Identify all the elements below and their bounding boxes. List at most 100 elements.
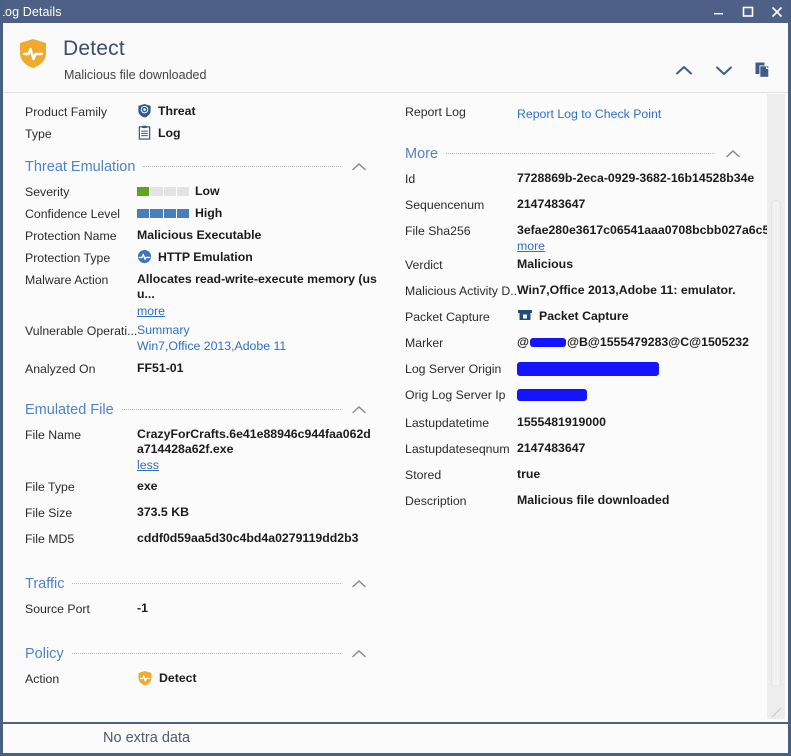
label-protection-name: Protection Name [25, 229, 117, 243]
right-column: Report Log Report Log to Check Point Mor… [395, 94, 780, 722]
chevron-up-icon[interactable] [674, 64, 694, 77]
row-file-md5: File MD5 cddf0d59aa5d30c4bd4a0279119dd2b… [3, 531, 395, 546]
page-title: Detect [63, 37, 125, 60]
row-orig-log-server-ip: Orig Log Server Ip [395, 387, 763, 402]
label-file-sha256: File Sha256 [405, 224, 471, 238]
report-log-link[interactable]: Report Log to Check Point [517, 104, 661, 122]
malware-action-more-link[interactable]: more [137, 304, 165, 319]
row-lastupdatetime: Lastupdatetime 1555481919000 [395, 415, 763, 430]
footer-bar: No extra data [3, 722, 788, 753]
row-malware-action-more: more [3, 304, 395, 319]
row-marker: Marker @ @B@1555479283@C@1505232 [395, 335, 763, 350]
threat-shield-icon [137, 103, 152, 118]
section-divider [121, 408, 341, 410]
label-action: Action [25, 672, 60, 686]
vulnerable-os-detail-link[interactable]: Win7,Office 2013,Adobe 11 [137, 339, 286, 354]
orig-log-server-ip-redaction [517, 389, 587, 401]
value-marker: @ @B@1555479283@C@1505232 [517, 335, 749, 350]
row-file-type: File Type exe [3, 479, 395, 494]
value-file-sha256-more: more [517, 239, 545, 254]
file-sha256-more-link[interactable]: more [517, 239, 545, 254]
row-file-name: File Name CrazyForCrafts.6e41e88946c944f… [3, 427, 395, 457]
row-protection-name: Protection Name Malicious Executable [3, 228, 395, 243]
row-stored: Stored true [395, 467, 763, 482]
resize-grip-icon[interactable] [772, 708, 781, 717]
value-malware-action: Allocates read-write-execute memory (usu… [137, 272, 377, 301]
row-protection-type: Protection Type HTTP Emulation [3, 249, 395, 265]
vulnerable-os-summary-link[interactable]: Summary [137, 323, 190, 338]
label-report-log: Report Log [405, 105, 466, 119]
value-confidence-level: High [137, 206, 222, 221]
row-report-log: Report Log Report Log to Check Point [395, 104, 763, 122]
maximize-button[interactable] [733, 0, 762, 23]
confidence-bar [137, 209, 189, 218]
label-id: Id [405, 172, 416, 186]
row-description: Description Malicious file downloaded [395, 493, 763, 508]
value-action: Detect [137, 671, 197, 686]
collapse-chevron-icon[interactable] [351, 579, 367, 589]
title-bar: Log Details [0, 0, 788, 23]
value-source-port: -1 [137, 601, 148, 615]
section-title-more: More [405, 146, 439, 162]
marker-suffix: @B@1555479283@C@1505232 [567, 335, 749, 349]
label-protection-type: Protection Type [25, 251, 111, 265]
value-lastupdateseqnum: 2147483647 [517, 441, 586, 455]
file-name-less-link[interactable]: less [137, 458, 159, 473]
value-description: Malicious file downloaded [517, 493, 670, 507]
row-lastupdateseqnum: Lastupdateseqnum 2147483647 [395, 441, 763, 456]
collapse-chevron-icon[interactable] [725, 149, 741, 159]
label-analyzed-on: Analyzed On [25, 362, 96, 376]
label-spacer-sha-more [405, 239, 517, 240]
section-policy: Policy [25, 646, 395, 662]
label-spacer-file-less [25, 458, 137, 459]
label-sequencenum: Sequencenum [405, 198, 485, 212]
log-details-window: Log Details Detect Malicious file downlo… [0, 0, 791, 756]
header-actions [674, 61, 772, 79]
row-id: Id 7728869b-2eca-0929-3682-16b14528b34e [395, 171, 763, 186]
row-file-sha256-more: more [395, 239, 763, 254]
text-packet-capture: Packet Capture [539, 309, 629, 323]
label-stored: Stored [405, 468, 442, 482]
detect-shield-icon [17, 37, 49, 74]
window-title: Log Details [0, 4, 62, 19]
label-marker: Marker [405, 336, 444, 350]
collapse-chevron-icon[interactable] [351, 649, 367, 659]
section-title-policy: Policy [25, 646, 64, 662]
value-file-name-less: less [137, 458, 159, 473]
value-log-server-origin [517, 361, 659, 376]
copy-icon[interactable] [754, 61, 772, 79]
label-malware-action: Malware Action [25, 273, 109, 287]
severity-bar [137, 187, 189, 196]
label-type: Type [25, 127, 52, 141]
row-file-name-less: less [3, 458, 395, 473]
value-stored: true [517, 467, 541, 481]
section-divider [143, 165, 341, 167]
label-file-md5: File MD5 [25, 532, 75, 546]
scrollbar-thumb[interactable] [771, 200, 781, 687]
row-packet-capture: Packet Capture Packet Capture [395, 309, 763, 324]
text-type: Log [158, 126, 181, 140]
section-divider [446, 152, 715, 154]
label-vulnerable-os: Vulnerable Operati... [25, 324, 137, 338]
section-title-threat-emulation: Threat Emulation [25, 159, 136, 175]
label-confidence-level: Confidence Level [25, 207, 121, 221]
chevron-down-icon[interactable] [714, 64, 734, 77]
detect-shield-icon [137, 670, 153, 686]
value-file-type: exe [137, 479, 158, 493]
value-file-size: 373.5 KB [137, 505, 189, 519]
section-title-emulated-file: Emulated File [25, 402, 114, 418]
label-verdict: Verdict [405, 258, 443, 272]
vertical-scrollbar[interactable] [767, 94, 785, 719]
text-product-family: Threat [158, 104, 196, 118]
collapse-chevron-icon[interactable] [351, 162, 367, 172]
value-type: Log [137, 125, 181, 141]
collapse-chevron-icon[interactable] [351, 405, 367, 415]
marker-prefix: @ [517, 335, 529, 349]
minimize-button[interactable] [704, 0, 733, 23]
close-button[interactable] [762, 0, 788, 23]
detail-body: Product Family Threat Type Log Threat Em… [3, 94, 788, 722]
row-confidence-level: Confidence Level High [3, 206, 395, 221]
label-lastupdateseqnum: Lastupdateseqnum [405, 442, 510, 456]
page-subtitle: Malicious file downloaded [64, 68, 207, 82]
value-packet-capture[interactable]: Packet Capture [517, 309, 629, 324]
